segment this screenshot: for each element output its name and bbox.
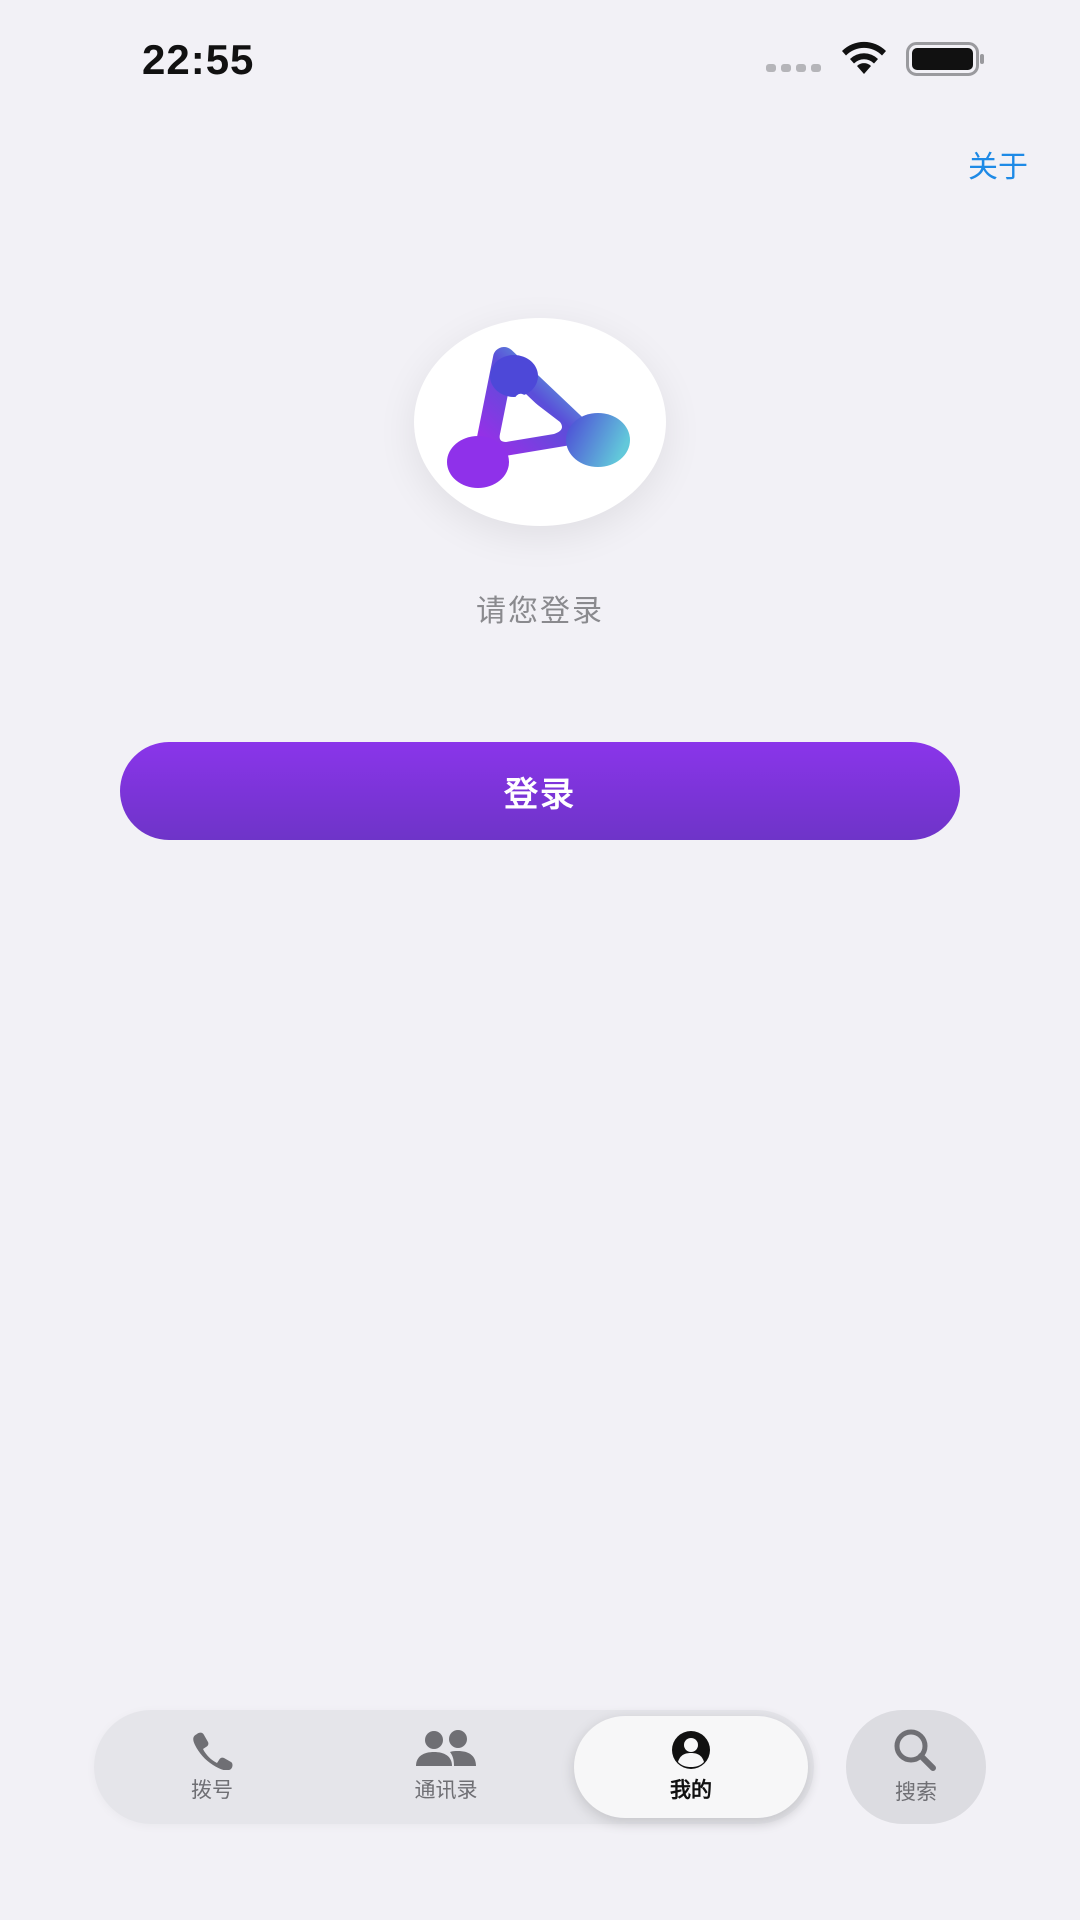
tab-label-dial: 拨号: [191, 1778, 233, 1802]
signal-dots-icon: [766, 64, 821, 72]
search-button[interactable]: 搜索: [846, 1710, 986, 1824]
wifi-icon: [842, 41, 886, 74]
app-logo-icon: [447, 347, 630, 488]
status-bar: 22:55: [0, 0, 1080, 120]
tab-mine[interactable]: 我的: [574, 1716, 808, 1818]
person-circle-icon: [672, 1731, 710, 1769]
tab-bar: 拨号 通讯录 我的: [94, 1710, 814, 1824]
login-button[interactable]: 登录: [120, 742, 960, 840]
tab-label-contacts: 通讯录: [414, 1778, 478, 1802]
login-prompt: 请您登录: [476, 594, 604, 629]
about-link[interactable]: 关于: [968, 142, 1028, 186]
tab-label-mine: 我的: [670, 1778, 712, 1802]
phone-icon: [193, 1732, 233, 1770]
contacts-icon: [416, 1730, 476, 1766]
battery-icon: [906, 42, 984, 76]
app-logo: [414, 318, 666, 526]
tab-dial[interactable]: 拨号: [134, 1710, 290, 1824]
search-label: 搜索: [895, 1780, 937, 1804]
status-time: 22:55: [142, 36, 255, 83]
tab-contacts[interactable]: 通讯录: [362, 1710, 530, 1824]
search-icon: [894, 1729, 936, 1771]
